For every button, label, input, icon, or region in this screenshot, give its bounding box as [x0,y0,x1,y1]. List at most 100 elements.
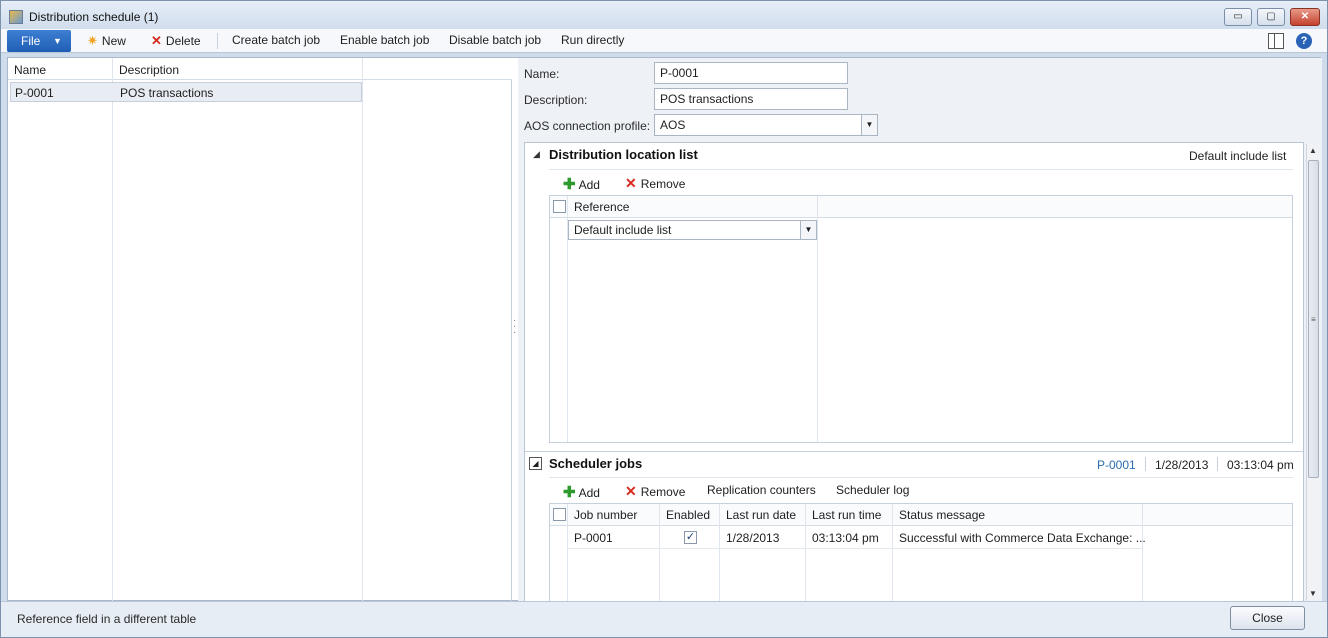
new-button[interactable]: ✷ New [87,33,126,49]
status-help-text: Reference field in a different table [17,612,197,626]
column-divider [805,504,806,601]
layout-toggle-icon[interactable] [1268,33,1284,49]
aos-profile-select[interactable]: AOS ▼ [654,114,878,136]
remove-x-icon: ✕ [625,175,637,191]
distribution-remove-button[interactable]: ✕ Remove [625,175,685,192]
scrollbar-thumb[interactable]: ≡ [1308,160,1319,478]
reference-select[interactable]: Default include list ▼ [568,220,817,240]
add-label: Add [578,178,600,192]
new-label: New [101,34,126,48]
column-divider [1142,504,1143,601]
collapse-triangle-icon[interactable]: ◢ [533,149,540,160]
replication-counters-button[interactable]: Replication counters [707,483,816,497]
grid-header: Reference [550,196,1292,218]
column-divider [567,504,568,601]
job-number-cell: P-0001 [574,531,613,545]
dropdown-arrow-icon[interactable]: ▼ [800,221,816,239]
maximize-button[interactable]: ▢ [1257,8,1285,26]
description-field-label: Description: [524,93,588,107]
chevron-down-icon: ▼ [53,36,62,46]
delete-label: Delete [165,34,201,48]
distribution-location-grid: Reference Default include list ▼ [549,195,1293,443]
column-header-description[interactable]: Description [119,63,179,77]
form-body: Name Description P-0001 POS transactions… [7,57,1322,602]
fasttab-distribution-title: Distribution location list [549,147,698,162]
minimize-button[interactable]: ▭ [1224,8,1252,26]
scheduler-add-button[interactable]: ✚ Add [563,483,600,501]
column-header-last-run-time[interactable]: Last run time [812,508,881,522]
row-name-cell: P-0001 [15,86,54,100]
fasttab-distribution-header[interactable]: ◢ Distribution location list Default inc… [525,143,1303,167]
new-star-icon: ✷ [87,33,98,48]
distribution-add-button[interactable]: ✚ Add [563,175,600,193]
collapse-box-icon[interactable]: ◢ [529,457,542,470]
status-bar: Reference field in a different table Clo… [1,601,1327,637]
summary-divider [1217,457,1218,471]
table-row[interactable]: P-0001 ✓ 1/28/2013 03:13:04 pm Successfu… [568,527,1146,549]
column-divider [659,504,660,601]
remove-x-icon: ✕ [625,483,637,499]
action-pane: File ▼ ✷ New ✕ Delete Create batch job Ena… [1,29,1327,53]
column-divider [719,504,720,601]
fasttab-scheduler-title: Scheduler jobs [549,456,643,471]
distribution-action-strip: ✚ Add ✕ Remove [549,169,1293,193]
file-menu-button[interactable]: File ▼ [7,30,71,52]
table-row[interactable]: P-0001 POS transactions [10,82,362,102]
name-field[interactable]: P-0001 [654,62,848,84]
add-label: Add [578,486,600,500]
close-window-button[interactable]: ✕ [1290,8,1320,26]
delete-button[interactable]: ✕ Delete [151,33,201,49]
close-button[interactable]: Close [1230,606,1305,630]
scroll-down-arrow-icon[interactable]: ▼ [1309,589,1317,598]
column-header-status-message[interactable]: Status message [899,508,985,522]
reference-value: Default include list [574,223,672,237]
select-all-checkbox[interactable] [553,200,566,213]
create-batch-job-button[interactable]: Create batch job [232,33,320,47]
grid-header: Job number Enabled Last run date Last ru… [550,504,1292,526]
column-divider [112,58,113,602]
grid-header: Name Description [8,58,512,80]
status-message-cell: Successful with Commerce Data Exchange: … [899,531,1146,545]
pane-splitter-handle[interactable]: · · · [513,316,517,338]
column-header-job-number[interactable]: Job number [574,508,637,522]
app-icon [9,10,23,24]
title-bar: Distribution schedule (1) ▭ ▢ ✕ [1,1,1327,31]
scroll-up-arrow-icon[interactable]: ▲ [1309,146,1317,155]
table-row[interactable]: Default include list ▼ [568,220,818,242]
file-label: File [21,34,41,48]
details-pane: Name: P-0001 Description: POS transactio… [518,58,1322,602]
grip-icon: ≡ [1311,315,1316,324]
scheduler-action-strip: ✚ Add ✕ Remove Replication counters Schedu… [549,477,1293,501]
fasttab-scheduler-header[interactable]: ◢ Scheduler jobs P-0001 1/28/2013 03:13:… [525,451,1303,475]
scheduler-log-button[interactable]: Scheduler log [836,483,909,497]
disable-batch-job-button[interactable]: Disable batch job [449,33,541,47]
dropdown-arrow-icon[interactable]: ▼ [861,115,877,135]
enabled-checkbox[interactable]: ✓ [684,531,697,544]
summary-job-number[interactable]: P-0001 [1097,458,1136,472]
enable-batch-job-button[interactable]: Enable batch job [340,33,429,47]
column-header-enabled[interactable]: Enabled [666,508,710,522]
select-all-checkbox[interactable] [553,508,566,521]
run-directly-button[interactable]: Run directly [561,33,624,47]
help-icon[interactable]: ? [1296,33,1312,49]
fasttab-container: ◢ Distribution location list Default inc… [524,142,1304,602]
summary-divider [1145,457,1146,471]
description-field[interactable]: POS transactions [654,88,848,110]
remove-label: Remove [640,177,686,191]
column-header-name[interactable]: Name [14,63,46,77]
last-run-date-cell: 1/28/2013 [726,531,780,545]
add-plus-icon: ✚ [563,484,576,501]
row-description-cell: POS transactions [120,86,214,100]
column-header-reference[interactable]: Reference [574,200,629,214]
column-header-last-run-date[interactable]: Last run date [726,508,796,522]
vertical-scrollbar[interactable]: ▲ ≡ ▼ [1306,144,1320,600]
aos-profile-label: AOS connection profile: [524,119,651,133]
column-divider [362,58,363,602]
column-divider [892,504,893,601]
add-plus-icon: ✚ [563,176,576,193]
schedule-list-grid: Name Description P-0001 POS transactions [8,58,512,602]
fasttab-distribution-summary: Default include list [1189,149,1287,163]
scheduler-remove-button[interactable]: ✕ Remove [625,483,685,500]
summary-last-run-date: 1/28/2013 [1155,458,1209,472]
scheduler-jobs-grid: Job number Enabled Last run date Last ru… [549,503,1293,601]
